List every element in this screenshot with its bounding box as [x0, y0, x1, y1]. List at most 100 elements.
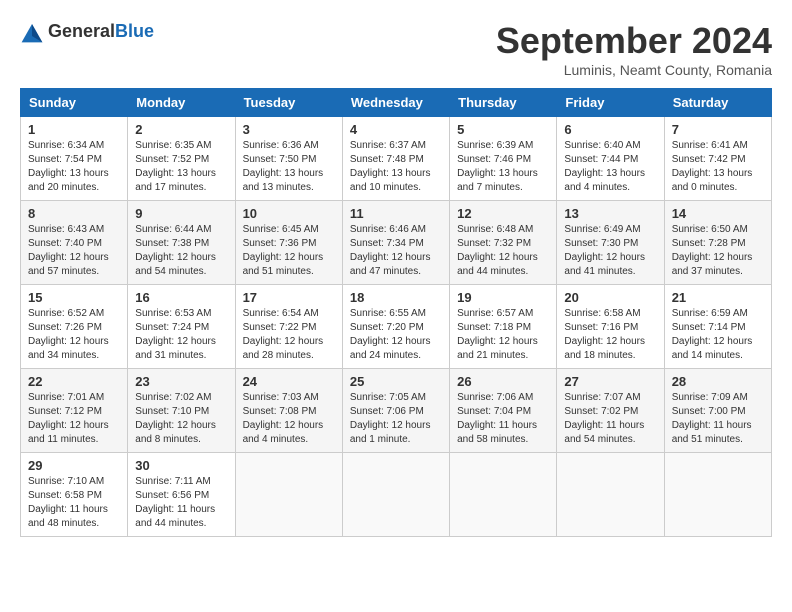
logo-general: General [48, 21, 115, 41]
logo: GeneralBlue [20, 20, 154, 44]
calendar-week-row: 8 Sunrise: 6:43 AM Sunset: 7:40 PM Dayli… [21, 201, 772, 285]
day-info: Sunrise: 6:48 AM Sunset: 7:32 PM Dayligh… [457, 223, 549, 279]
calendar-day-cell: 30 Sunrise: 7:11 AM Sunset: 6:56 PM Dayl… [128, 453, 235, 537]
day-number: 21 [672, 290, 764, 305]
logo-icon [20, 20, 44, 44]
day-number: 1 [28, 122, 120, 137]
weekday-header: Wednesday [342, 89, 449, 117]
day-info: Sunrise: 6:52 AM Sunset: 7:26 PM Dayligh… [28, 307, 120, 363]
weekday-header: Friday [557, 89, 664, 117]
calendar-day-cell: 26 Sunrise: 7:06 AM Sunset: 7:04 PM Dayl… [450, 369, 557, 453]
calendar-day-cell: 23 Sunrise: 7:02 AM Sunset: 7:10 PM Dayl… [128, 369, 235, 453]
calendar-day-cell: 19 Sunrise: 6:57 AM Sunset: 7:18 PM Dayl… [450, 285, 557, 369]
day-info: Sunrise: 6:34 AM Sunset: 7:54 PM Dayligh… [28, 139, 120, 195]
calendar-day-cell: 11 Sunrise: 6:46 AM Sunset: 7:34 PM Dayl… [342, 201, 449, 285]
month-title: September 2024 [496, 20, 772, 62]
day-info: Sunrise: 6:49 AM Sunset: 7:30 PM Dayligh… [564, 223, 656, 279]
day-number: 16 [135, 290, 227, 305]
calendar-week-row: 1 Sunrise: 6:34 AM Sunset: 7:54 PM Dayli… [21, 117, 772, 201]
day-info: Sunrise: 6:37 AM Sunset: 7:48 PM Dayligh… [350, 139, 442, 195]
calendar-day-cell: 9 Sunrise: 6:44 AM Sunset: 7:38 PM Dayli… [128, 201, 235, 285]
day-info: Sunrise: 7:11 AM Sunset: 6:56 PM Dayligh… [135, 475, 227, 531]
day-info: Sunrise: 6:36 AM Sunset: 7:50 PM Dayligh… [243, 139, 335, 195]
calendar-day-cell: 21 Sunrise: 6:59 AM Sunset: 7:14 PM Dayl… [664, 285, 771, 369]
day-info: Sunrise: 7:10 AM Sunset: 6:58 PM Dayligh… [28, 475, 120, 531]
location: Luminis, Neamt County, Romania [496, 62, 772, 78]
calendar-day-cell: 8 Sunrise: 6:43 AM Sunset: 7:40 PM Dayli… [21, 201, 128, 285]
day-number: 3 [243, 122, 335, 137]
day-number: 2 [135, 122, 227, 137]
day-info: Sunrise: 6:45 AM Sunset: 7:36 PM Dayligh… [243, 223, 335, 279]
day-number: 28 [672, 374, 764, 389]
day-number: 14 [672, 206, 764, 221]
weekday-header: Tuesday [235, 89, 342, 117]
calendar-day-cell: 6 Sunrise: 6:40 AM Sunset: 7:44 PM Dayli… [557, 117, 664, 201]
day-info: Sunrise: 7:01 AM Sunset: 7:12 PM Dayligh… [28, 391, 120, 447]
calendar-day-cell: 15 Sunrise: 6:52 AM Sunset: 7:26 PM Dayl… [21, 285, 128, 369]
weekday-header: Saturday [664, 89, 771, 117]
calendar-day-cell: 24 Sunrise: 7:03 AM Sunset: 7:08 PM Dayl… [235, 369, 342, 453]
day-info: Sunrise: 6:40 AM Sunset: 7:44 PM Dayligh… [564, 139, 656, 195]
calendar-day-cell: 2 Sunrise: 6:35 AM Sunset: 7:52 PM Dayli… [128, 117, 235, 201]
day-info: Sunrise: 6:53 AM Sunset: 7:24 PM Dayligh… [135, 307, 227, 363]
calendar-day-cell [450, 453, 557, 537]
day-number: 15 [28, 290, 120, 305]
day-number: 5 [457, 122, 549, 137]
day-number: 6 [564, 122, 656, 137]
logo-blue: Blue [115, 21, 154, 41]
page-header: GeneralBlue September 2024 Luminis, Neam… [20, 20, 772, 78]
calendar-day-cell: 29 Sunrise: 7:10 AM Sunset: 6:58 PM Dayl… [21, 453, 128, 537]
day-info: Sunrise: 6:59 AM Sunset: 7:14 PM Dayligh… [672, 307, 764, 363]
day-number: 22 [28, 374, 120, 389]
day-info: Sunrise: 7:03 AM Sunset: 7:08 PM Dayligh… [243, 391, 335, 447]
day-info: Sunrise: 7:09 AM Sunset: 7:00 PM Dayligh… [672, 391, 764, 447]
day-number: 12 [457, 206, 549, 221]
day-number: 27 [564, 374, 656, 389]
day-number: 9 [135, 206, 227, 221]
calendar-day-cell: 14 Sunrise: 6:50 AM Sunset: 7:28 PM Dayl… [664, 201, 771, 285]
day-info: Sunrise: 7:02 AM Sunset: 7:10 PM Dayligh… [135, 391, 227, 447]
calendar-day-cell: 4 Sunrise: 6:37 AM Sunset: 7:48 PM Dayli… [342, 117, 449, 201]
day-info: Sunrise: 6:41 AM Sunset: 7:42 PM Dayligh… [672, 139, 764, 195]
day-number: 8 [28, 206, 120, 221]
day-info: Sunrise: 6:55 AM Sunset: 7:20 PM Dayligh… [350, 307, 442, 363]
day-number: 26 [457, 374, 549, 389]
calendar-header-row: SundayMondayTuesdayWednesdayThursdayFrid… [21, 89, 772, 117]
day-info: Sunrise: 7:05 AM Sunset: 7:06 PM Dayligh… [350, 391, 442, 447]
day-info: Sunrise: 6:35 AM Sunset: 7:52 PM Dayligh… [135, 139, 227, 195]
day-number: 4 [350, 122, 442, 137]
calendar-day-cell: 10 Sunrise: 6:45 AM Sunset: 7:36 PM Dayl… [235, 201, 342, 285]
day-info: Sunrise: 6:46 AM Sunset: 7:34 PM Dayligh… [350, 223, 442, 279]
calendar-day-cell: 16 Sunrise: 6:53 AM Sunset: 7:24 PM Dayl… [128, 285, 235, 369]
calendar-day-cell: 3 Sunrise: 6:36 AM Sunset: 7:50 PM Dayli… [235, 117, 342, 201]
calendar-day-cell: 22 Sunrise: 7:01 AM Sunset: 7:12 PM Dayl… [21, 369, 128, 453]
day-number: 18 [350, 290, 442, 305]
calendar-week-row: 29 Sunrise: 7:10 AM Sunset: 6:58 PM Dayl… [21, 453, 772, 537]
day-info: Sunrise: 6:39 AM Sunset: 7:46 PM Dayligh… [457, 139, 549, 195]
day-number: 24 [243, 374, 335, 389]
day-number: 11 [350, 206, 442, 221]
calendar-day-cell: 12 Sunrise: 6:48 AM Sunset: 7:32 PM Dayl… [450, 201, 557, 285]
calendar-day-cell [664, 453, 771, 537]
calendar-day-cell [235, 453, 342, 537]
calendar-day-cell: 1 Sunrise: 6:34 AM Sunset: 7:54 PM Dayli… [21, 117, 128, 201]
calendar-day-cell: 17 Sunrise: 6:54 AM Sunset: 7:22 PM Dayl… [235, 285, 342, 369]
weekday-header: Monday [128, 89, 235, 117]
calendar-day-cell: 18 Sunrise: 6:55 AM Sunset: 7:20 PM Dayl… [342, 285, 449, 369]
day-number: 29 [28, 458, 120, 473]
calendar-day-cell: 5 Sunrise: 6:39 AM Sunset: 7:46 PM Dayli… [450, 117, 557, 201]
day-info: Sunrise: 6:57 AM Sunset: 7:18 PM Dayligh… [457, 307, 549, 363]
day-number: 30 [135, 458, 227, 473]
day-number: 25 [350, 374, 442, 389]
calendar-day-cell: 25 Sunrise: 7:05 AM Sunset: 7:06 PM Dayl… [342, 369, 449, 453]
calendar-day-cell: 13 Sunrise: 6:49 AM Sunset: 7:30 PM Dayl… [557, 201, 664, 285]
day-info: Sunrise: 7:07 AM Sunset: 7:02 PM Dayligh… [564, 391, 656, 447]
calendar-day-cell [342, 453, 449, 537]
day-number: 20 [564, 290, 656, 305]
logo-text: GeneralBlue [48, 22, 154, 42]
title-section: September 2024 Luminis, Neamt County, Ro… [496, 20, 772, 78]
calendar-day-cell: 28 Sunrise: 7:09 AM Sunset: 7:00 PM Dayl… [664, 369, 771, 453]
day-info: Sunrise: 7:06 AM Sunset: 7:04 PM Dayligh… [457, 391, 549, 447]
day-number: 17 [243, 290, 335, 305]
day-info: Sunrise: 6:44 AM Sunset: 7:38 PM Dayligh… [135, 223, 227, 279]
